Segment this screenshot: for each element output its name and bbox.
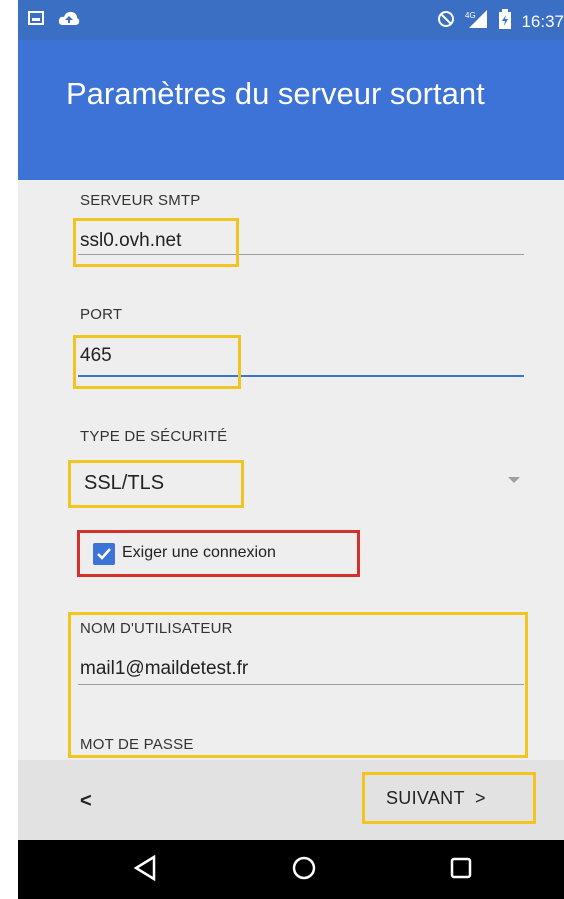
back-triangle-icon[interactable] — [132, 854, 158, 887]
require-login-highlight — [77, 530, 360, 577]
signal-icon: 4G — [465, 10, 489, 33]
security-type-highlight — [68, 460, 244, 508]
recents-square-icon[interactable] — [448, 854, 474, 887]
phone-screen: 4G 16:37 Paramètres du serveur sortant S… — [18, 0, 564, 899]
navigation-bar — [18, 840, 564, 899]
security-type-label: TYPE DE SÉCURITÉ — [80, 428, 228, 445]
credentials-highlight — [68, 612, 528, 758]
app-header: Paramètres du serveur sortant — [18, 40, 564, 180]
action-bar: < SUIVANT > — [18, 760, 564, 840]
port-label: PORT — [80, 306, 123, 323]
page-title: Paramètres du serveur sortant — [66, 76, 485, 111]
smtp-server-label: SERVEUR SMTP — [80, 192, 201, 209]
status-bar: 4G 16:37 — [18, 0, 564, 40]
home-circle-icon[interactable] — [290, 854, 318, 887]
port-highlight — [73, 335, 241, 389]
do-not-disturb-icon — [437, 10, 455, 33]
gallery-icon — [28, 11, 44, 30]
svg-text:4G: 4G — [465, 11, 476, 20]
smtp-server-highlight — [73, 218, 239, 267]
cloud-upload-icon — [58, 10, 80, 31]
back-button[interactable]: < — [80, 790, 92, 813]
battery-icon — [499, 9, 512, 34]
clock: 16:37 — [521, 11, 564, 31]
next-button-highlight — [362, 772, 536, 824]
chevron-down-icon[interactable] — [508, 477, 520, 483]
